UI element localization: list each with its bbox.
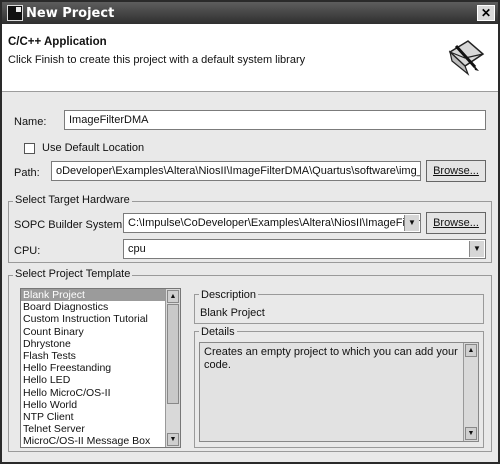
details-textarea[interactable]: Creates an empty project to which you ca… [199, 342, 479, 442]
scroll-thumb[interactable] [167, 304, 179, 404]
sopc-dropdown-arrow-icon[interactable]: ▼ [404, 215, 419, 231]
path-input[interactable]: oDeveloper\Examples\Altera\NiosII\ImageF… [51, 161, 421, 181]
sopc-system-select[interactable]: C:\Impulse\CoDeveloper\Examples\Altera\N… [123, 213, 421, 233]
template-list-item[interactable]: Telnet Server [21, 423, 180, 435]
name-label: Name: [14, 116, 47, 128]
sopc-browse-button[interactable]: Browse... [426, 212, 486, 234]
sopc-label: SOPC Builder System: [14, 219, 126, 231]
cpu-dropdown-arrow-icon[interactable]: ▼ [469, 241, 484, 257]
wizard-banner: C/C++ Application Click Finish to create… [2, 24, 498, 92]
template-list-item[interactable]: Hello World [21, 399, 180, 411]
description-title: Description [199, 289, 259, 301]
template-list-item[interactable]: Hello MicroC/OS-II [21, 387, 180, 399]
window-title: New Project [26, 6, 115, 21]
project-template-title: Select Project Template [13, 268, 133, 280]
cpu-select[interactable]: cpu ▼ [123, 239, 486, 259]
use-default-location-label: Use Default Location [42, 142, 145, 154]
path-browse-button[interactable]: Browse... [426, 160, 486, 182]
cpu-value: cpu [128, 243, 146, 255]
details-scroll-down-icon[interactable]: ▼ [465, 427, 477, 440]
sopc-system-value: C:\Impulse\CoDeveloper\Examples\Altera\N… [128, 217, 421, 229]
template-list-item[interactable]: Custom Instruction Tutorial [21, 313, 180, 325]
title-bar: New Project ✕ [2, 2, 498, 24]
cpu-label: CPU: [14, 245, 41, 257]
template-list-item[interactable]: Blank Project [21, 289, 180, 302]
path-browse-label: Browse... [433, 165, 479, 177]
sopc-browse-label: Browse... [433, 217, 479, 229]
template-items: Blank Project Board Diagnostics Custom Ins… [21, 289, 180, 447]
template-list-item[interactable]: Count Binary [21, 326, 180, 338]
template-list[interactable]: Blank Project Board Diagnostics Custom Ins… [20, 288, 181, 448]
details-text: Creates an empty project to which you ca… [204, 346, 458, 371]
template-list-item[interactable]: Board Diagnostics [21, 301, 180, 313]
template-scrollbar[interactable]: ▲ ▼ [165, 289, 180, 447]
details-scroll-up-icon[interactable]: ▲ [465, 344, 477, 357]
target-hardware-title: Select Target Hardware [13, 194, 132, 206]
template-list-item[interactable]: Hello LED [21, 374, 180, 386]
details-title: Details [199, 326, 237, 338]
scroll-up-icon[interactable]: ▲ [167, 290, 179, 303]
path-label: Path: [14, 167, 40, 179]
new-project-window: New Project ✕ C/C++ Application Click Fi… [0, 0, 500, 464]
scroll-down-icon[interactable]: ▼ [167, 433, 179, 446]
close-button[interactable]: ✕ [477, 5, 495, 21]
banner-title: C/C++ Application [8, 36, 107, 48]
template-list-item[interactable]: Hello Freestanding [21, 362, 180, 374]
app-icon [7, 5, 23, 21]
use-default-location-checkbox[interactable] [24, 143, 35, 154]
template-list-item[interactable]: NTP Client [21, 411, 180, 423]
template-list-item[interactable]: MicroC/OS-II Message Box [21, 435, 180, 447]
template-list-item[interactable]: Flash Tests [21, 350, 180, 362]
wizard-envelope-icon [448, 40, 485, 76]
banner-subtitle: Click Finish to create this project with… [8, 54, 306, 66]
project-name-input[interactable]: ImageFilterDMA [64, 110, 486, 130]
description-value: Blank Project [200, 307, 265, 319]
template-list-item[interactable]: Dhrystone [21, 338, 180, 350]
details-scrollbar[interactable]: ▲ ▼ [463, 343, 478, 441]
